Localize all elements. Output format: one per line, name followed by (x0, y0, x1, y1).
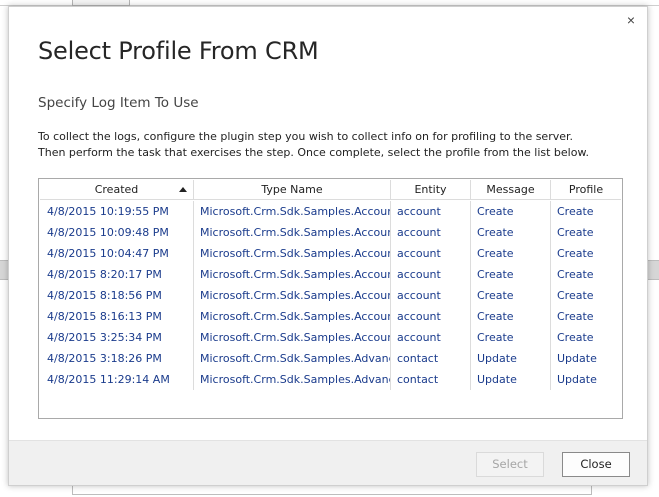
cell-message: Create (471, 243, 551, 264)
cell-type-name: Microsoft.Crm.Sdk.Samples.Account (194, 285, 391, 306)
select-button[interactable]: Select (476, 452, 544, 477)
table-row[interactable]: 4/8/2015 8:20:17 PM Microsoft.Crm.Sdk.Sa… (40, 264, 621, 285)
cell-message: Create (471, 201, 551, 222)
column-label-created: Created (94, 183, 139, 196)
dialog-footer: Select Close (9, 440, 647, 485)
profile-list[interactable]: Created Type Name Entity Message Profile… (38, 178, 623, 419)
table-row[interactable]: 4/8/2015 8:16:13 PM Microsoft.Crm.Sdk.Sa… (40, 306, 621, 327)
cell-message: Create (471, 327, 551, 348)
cell-created: 4/8/2015 8:20:17 PM (40, 264, 194, 285)
cell-type-name: Microsoft.Crm.Sdk.Samples.Account (194, 222, 391, 243)
table-row[interactable]: 4/8/2015 10:04:47 PM Microsoft.Crm.Sdk.S… (40, 243, 621, 264)
instructions-text: To collect the logs, configure the plugi… (38, 130, 589, 159)
column-header-created[interactable]: Created (40, 180, 194, 200)
table-row[interactable]: 4/8/2015 11:29:14 AM Microsoft.Crm.Sdk.S… (40, 369, 621, 390)
column-label-entity: Entity (414, 183, 447, 196)
cell-entity: account (391, 243, 471, 264)
cell-created: 4/8/2015 8:16:13 PM (40, 306, 194, 327)
cell-created: 4/8/2015 3:25:34 PM (40, 327, 194, 348)
cell-message: Update (471, 369, 551, 390)
background-left-panel (0, 6, 8, 497)
cell-type-name: Microsoft.Crm.Sdk.Samples.Account (194, 264, 391, 285)
background-left-bar (0, 260, 8, 280)
column-header-entity[interactable]: Entity (391, 180, 471, 200)
cell-type-name: Microsoft.Crm.Sdk.Samples.Account (194, 327, 391, 348)
column-header-message[interactable]: Message (471, 180, 551, 200)
cell-profile: Update (557, 352, 597, 365)
cell-profile: Create (557, 205, 594, 218)
cell-profile: Create (557, 226, 594, 239)
cell-entity: account (391, 327, 471, 348)
table-row[interactable]: 4/8/2015 10:09:48 PM Microsoft.Crm.Sdk.S… (40, 222, 621, 243)
cell-profile: Create (557, 268, 594, 281)
column-header-profile[interactable]: Profile (551, 180, 621, 200)
table-row[interactable]: 4/8/2015 10:19:55 PM Microsoft.Crm.Sdk.S… (40, 201, 621, 222)
cell-profile: Create (557, 289, 594, 302)
cell-message: Create (471, 306, 551, 327)
column-label-profile: Profile (568, 183, 604, 196)
cell-entity: account (391, 264, 471, 285)
background-field (72, 486, 592, 495)
cell-entity: account (391, 306, 471, 327)
cell-message: Update (471, 348, 551, 369)
table-row[interactable]: 4/8/2015 3:18:26 PM Microsoft.Crm.Sdk.Sa… (40, 348, 621, 369)
table-row[interactable]: 4/8/2015 8:18:56 PM Microsoft.Crm.Sdk.Sa… (40, 285, 621, 306)
sort-ascending-icon (179, 187, 187, 192)
cell-type-name: Microsoft.Crm.Sdk.Samples.Account (194, 306, 391, 327)
cell-entity: contact (391, 348, 471, 369)
cell-created: 4/8/2015 10:19:55 PM (40, 201, 194, 222)
cell-profile: Create (557, 331, 594, 344)
cell-entity: contact (391, 369, 471, 390)
grid-header: Created Type Name Entity Message Profile (40, 180, 621, 200)
column-header-type-name[interactable]: Type Name (194, 180, 391, 200)
cell-created: 4/8/2015 10:09:48 PM (40, 222, 194, 243)
cell-entity: account (391, 285, 471, 306)
cell-type-name: Microsoft.Crm.Sdk.Samples.Account (194, 201, 391, 222)
cell-type-name: Microsoft.Crm.Sdk.Samples.Account (194, 243, 391, 264)
close-icon[interactable]: × (623, 12, 639, 28)
cell-type-name: Microsoft.Crm.Sdk.Samples.Advance (194, 369, 391, 390)
cell-created: 4/8/2015 3:18:26 PM (40, 348, 194, 369)
grid-rows: 4/8/2015 10:19:55 PM Microsoft.Crm.Sdk.S… (40, 201, 621, 390)
cell-profile: Update (557, 373, 597, 386)
close-button[interactable]: Close (562, 452, 630, 477)
dialog-title: Select Profile From CRM (38, 37, 319, 65)
table-row[interactable]: 4/8/2015 3:25:34 PM Microsoft.Crm.Sdk.Sa… (40, 327, 621, 348)
cell-profile: Create (557, 310, 594, 323)
cell-profile: Create (557, 247, 594, 260)
cell-message: Create (471, 264, 551, 285)
cell-type-name: Microsoft.Crm.Sdk.Samples.Advance (194, 348, 391, 369)
column-label-message: Message (486, 183, 535, 196)
column-label-type-name: Type Name (261, 183, 323, 196)
cell-message: Create (471, 285, 551, 306)
cell-created: 4/8/2015 10:04:47 PM (40, 243, 194, 264)
cell-created: 4/8/2015 8:18:56 PM (40, 285, 194, 306)
cell-created: 4/8/2015 11:29:14 AM (40, 369, 194, 390)
cell-message: Create (471, 222, 551, 243)
dialog-subtitle: Specify Log Item To Use (38, 95, 199, 111)
cell-entity: account (391, 201, 471, 222)
cell-entity: account (391, 222, 471, 243)
select-profile-dialog: × Select Profile From CRM Specify Log It… (8, 6, 648, 486)
